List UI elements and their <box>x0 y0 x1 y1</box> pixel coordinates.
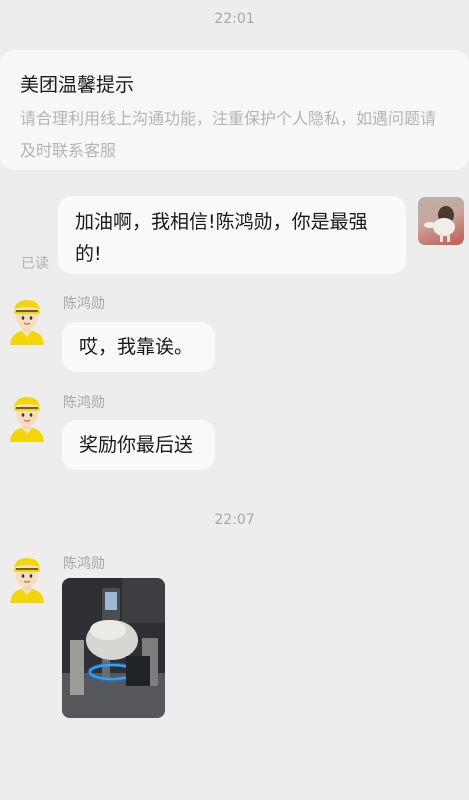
courier-avatar-icon[interactable] <box>6 394 48 442</box>
incoming-message-text: 奖励你最后送 <box>79 434 194 456</box>
sender-name: 陈鸿勋 <box>63 296 105 312</box>
outgoing-message-text: 加油啊，我相信!陈鸿勋，你是最强的! <box>75 211 368 265</box>
courier-avatar-icon[interactable] <box>6 297 48 345</box>
incoming-message-text: 哎，我靠诶。 <box>79 336 194 358</box>
notice-body: 请合理利用线上沟通功能，注重保护个人隐私，如遇问题请及时联系客服 <box>20 109 437 160</box>
sender-name: 陈鸿勋 <box>63 556 105 572</box>
courier-avatar-icon[interactable] <box>6 555 48 603</box>
incoming-photo-message[interactable] <box>62 578 165 718</box>
timestamp: 22:01 <box>214 11 255 27</box>
user-photo-avatar-icon[interactable] <box>418 197 464 245</box>
timestamp: 22:07 <box>214 512 255 528</box>
notice-title: 美团温馨提示 <box>20 74 135 96</box>
sender-name: 陈鸿勋 <box>63 395 105 411</box>
read-status-label: 已读 <box>21 256 49 272</box>
